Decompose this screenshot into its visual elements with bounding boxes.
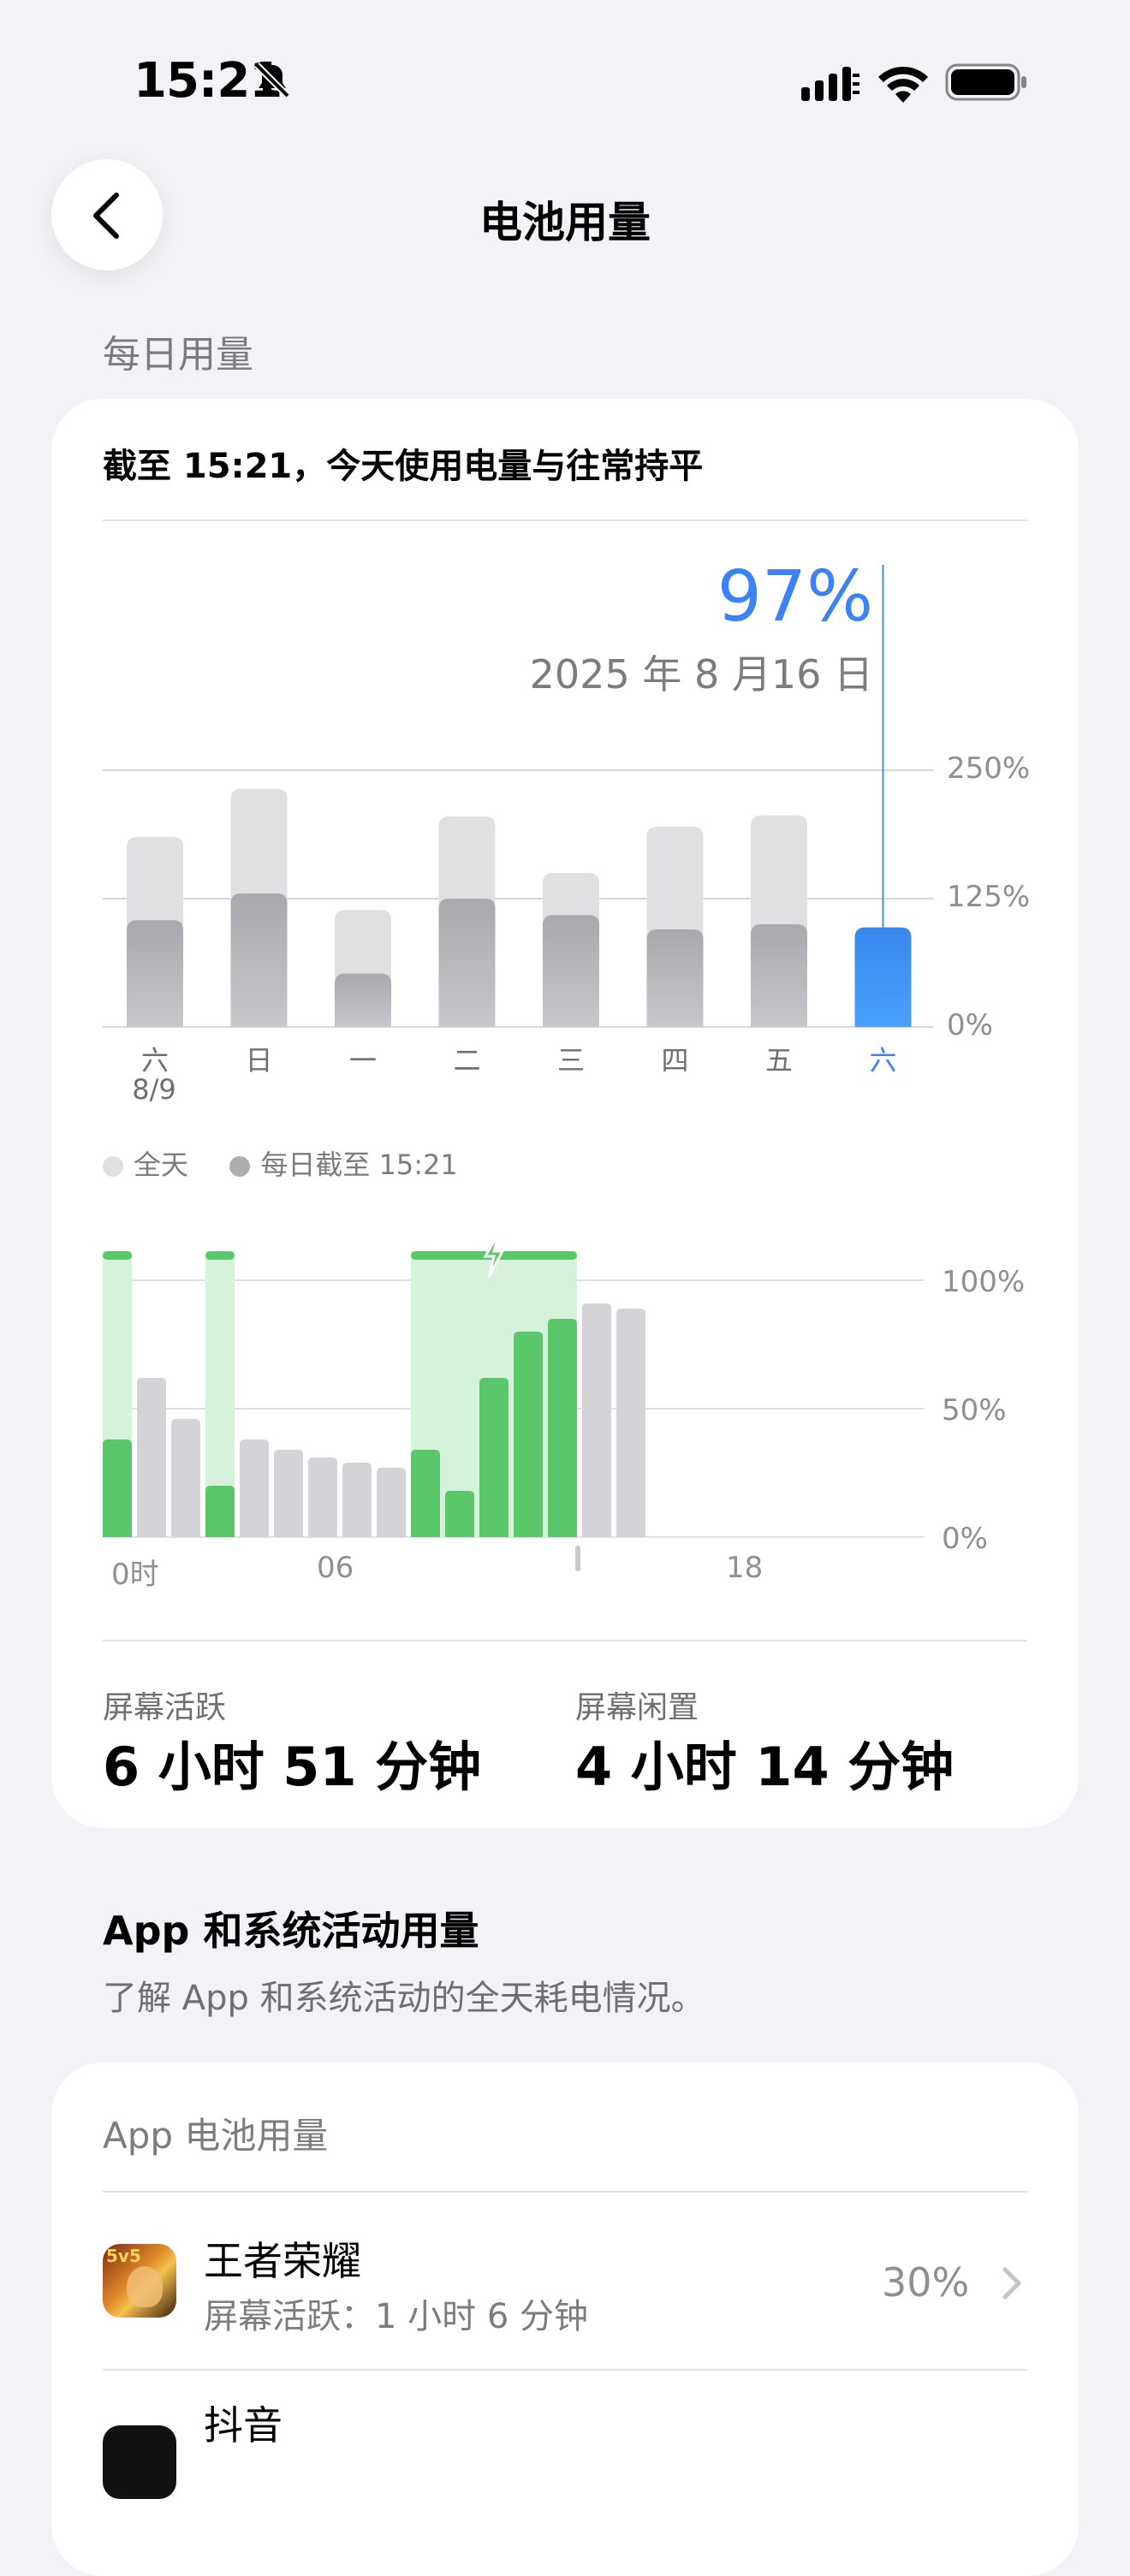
legend-all-day-dot xyxy=(103,1156,123,1177)
chevron-right-icon xyxy=(1002,2267,1021,2300)
screen-active-label: 屏幕活跃 xyxy=(103,1690,227,1725)
x-tick-label: 日 xyxy=(245,1044,273,1077)
silent-bell-icon xyxy=(254,62,290,98)
app-name: 王者荣耀 xyxy=(204,2238,361,2284)
y-tick-label: 50% xyxy=(942,1393,1007,1427)
hourly-bar-charging xyxy=(411,1450,440,1537)
bar-until-now xyxy=(438,899,496,1027)
charging-indicator xyxy=(205,1251,235,1260)
cellular-signal-icon xyxy=(801,67,859,101)
hourly-bar xyxy=(377,1468,406,1537)
bar-until-now xyxy=(335,973,391,1027)
douyin-icon xyxy=(103,2425,176,2499)
legend-until-now-dot xyxy=(229,1156,251,1177)
hourly-bar xyxy=(240,1439,269,1537)
x-tick-label: 一 xyxy=(348,1044,377,1077)
x-tick-label: 三 xyxy=(556,1044,585,1077)
hourly-bar-charging xyxy=(548,1319,577,1537)
screen-active-value: 6 小时 51 分钟 xyxy=(103,1736,482,1798)
y-tick-label: 0% xyxy=(942,1522,988,1556)
bar-until-now xyxy=(230,893,288,1027)
battery-icon xyxy=(945,63,1026,101)
x-tick-label: 0时 xyxy=(111,1558,159,1592)
y-tick-label: 125% xyxy=(947,880,1031,914)
y-tick-label: 100% xyxy=(942,1265,1026,1299)
charging-indicator xyxy=(103,1251,132,1260)
app-section-subtitle: 了解 App 和系统活动的全天耗电情况。 xyxy=(103,1979,705,2018)
x-tick-label: 06 xyxy=(317,1551,354,1585)
current-time-marker xyxy=(575,1546,580,1571)
app-battery-label: App 电池用量 xyxy=(103,2115,329,2157)
bar-until-now xyxy=(127,920,183,1027)
hourly-bar xyxy=(274,1450,303,1537)
divider xyxy=(103,519,1027,521)
bar-selected-day xyxy=(854,927,912,1027)
x-tick-label: 六 xyxy=(869,1044,897,1077)
legend-all-day: 全天 xyxy=(134,1149,189,1181)
hourly-bar xyxy=(308,1457,337,1537)
chart-legend: 全天 每日截至 15:21 xyxy=(103,1143,458,1183)
x-tick-label: 二 xyxy=(453,1044,481,1077)
game-icon: 5v5 xyxy=(103,2244,176,2318)
app-section-title: App 和系统活动用量 xyxy=(103,1908,479,1954)
bar-until-now xyxy=(646,929,704,1027)
hourly-bar-charging xyxy=(514,1332,543,1537)
hourly-bar-charging xyxy=(103,1439,132,1537)
hourly-bar xyxy=(582,1303,611,1537)
y-tick-label: 0% xyxy=(947,1008,993,1042)
y-tick-label: 250% xyxy=(947,751,1031,786)
daily-usage-label: 每日用量 xyxy=(103,333,253,377)
x-tick-label: 四 xyxy=(661,1044,689,1077)
screen-idle-value: 4 小时 14 分钟 xyxy=(575,1736,955,1798)
hourly-bar xyxy=(342,1463,372,1537)
app-row-douyin[interactable]: 抖音 xyxy=(51,2371,1079,2499)
hourly-bar xyxy=(137,1378,166,1537)
x-tick-label: 五 xyxy=(764,1044,793,1077)
bar-until-now xyxy=(751,924,807,1027)
usage-summary: 截至 15:21，今天使用电量与往常持平 xyxy=(103,447,704,486)
hourly-bar xyxy=(171,1419,200,1537)
hourly-bar-charging xyxy=(205,1486,235,1537)
divider xyxy=(103,1640,1027,1641)
app-detail: 屏幕活跃：1 小时 6 分钟 xyxy=(204,2297,589,2336)
screen-idle-label: 屏幕闲置 xyxy=(575,1690,699,1725)
app-name: 抖音 xyxy=(204,2402,282,2448)
x-tick-label: 18 xyxy=(726,1551,764,1585)
bar-until-now xyxy=(543,915,599,1027)
hourly-bar xyxy=(616,1309,645,1537)
wifi-icon xyxy=(878,66,928,103)
x-tick-sublabel: 8/9 xyxy=(132,1073,176,1106)
hourly-bar-charging xyxy=(445,1491,474,1537)
legend-until-now: 每日截至 15:21 xyxy=(260,1149,458,1181)
app-percent: 30% xyxy=(882,2259,970,2306)
hourly-bar-charging xyxy=(479,1378,508,1537)
page-title: 电池用量 xyxy=(479,198,651,247)
app-row-wangzhe[interactable]: 5v5 王者荣耀 屏幕活跃：1 小时 6 分钟 30% xyxy=(51,2193,1079,2369)
